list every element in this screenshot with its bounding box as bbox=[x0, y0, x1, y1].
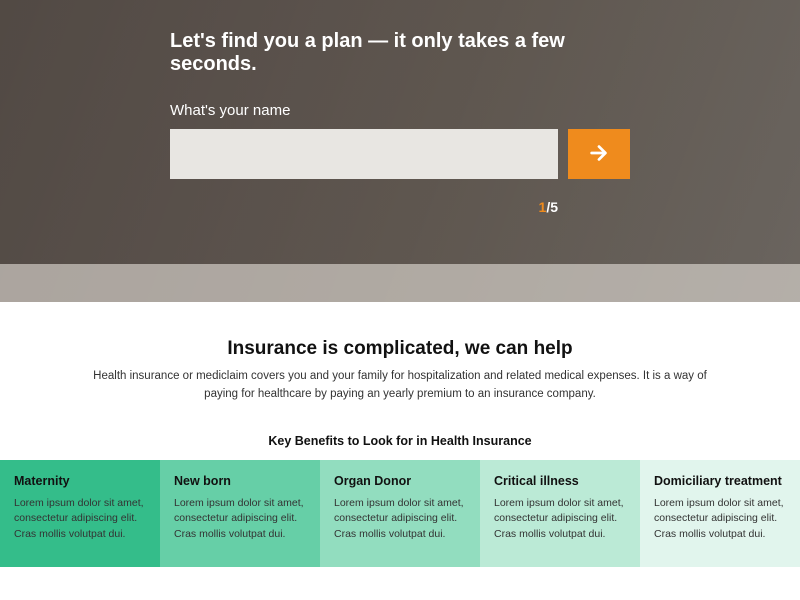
hero-title: Let's find you a plan — it only takes a … bbox=[170, 30, 630, 76]
benefit-card: Organ Donor Lorem ipsum dolor sit amet, … bbox=[320, 460, 480, 567]
benefit-card: Critical illness Lorem ipsum dolor sit a… bbox=[480, 460, 640, 567]
benefit-body: Lorem ipsum dolor sit amet, consectetur … bbox=[334, 496, 466, 543]
benefits-heading: Key Benefits to Look for in Health Insur… bbox=[0, 434, 800, 448]
name-input[interactable] bbox=[170, 129, 558, 179]
step-indicator: 1/5 bbox=[170, 199, 630, 215]
name-input-row bbox=[170, 129, 630, 179]
benefit-body: Lorem ipsum dolor sit amet, consectetur … bbox=[174, 496, 306, 543]
benefit-body: Lorem ipsum dolor sit amet, consectetur … bbox=[14, 496, 146, 543]
mid-subtitle: Health insurance or mediclaim covers you… bbox=[85, 368, 715, 404]
hero-section: Let's find you a plan — it only takes a … bbox=[0, 0, 800, 302]
mid-title: Insurance is complicated, we can help bbox=[60, 338, 740, 360]
next-button[interactable] bbox=[568, 129, 630, 179]
arrow-right-icon bbox=[588, 142, 610, 167]
benefit-card: Domiciliary treatment Lorem ipsum dolor … bbox=[640, 460, 800, 567]
benefit-title: Critical illness bbox=[494, 474, 626, 488]
name-label: What's your name bbox=[170, 102, 630, 119]
mid-section: Insurance is complicated, we can help He… bbox=[0, 302, 800, 404]
benefit-body: Lorem ipsum dolor sit amet, consectetur … bbox=[654, 496, 786, 543]
step-total: 5 bbox=[550, 199, 558, 215]
benefit-title: Organ Donor bbox=[334, 474, 466, 488]
benefit-cards: Maternity Lorem ipsum dolor sit amet, co… bbox=[0, 460, 800, 567]
benefit-title: Maternity bbox=[14, 474, 146, 488]
benefit-title: Domiciliary treatment bbox=[654, 474, 786, 488]
benefit-body: Lorem ipsum dolor sit amet, consectetur … bbox=[494, 496, 626, 543]
benefit-title: New born bbox=[174, 474, 306, 488]
benefit-card: Maternity Lorem ipsum dolor sit amet, co… bbox=[0, 460, 160, 567]
image-credit-bar bbox=[0, 264, 800, 302]
benefit-card: New born Lorem ipsum dolor sit amet, con… bbox=[160, 460, 320, 567]
